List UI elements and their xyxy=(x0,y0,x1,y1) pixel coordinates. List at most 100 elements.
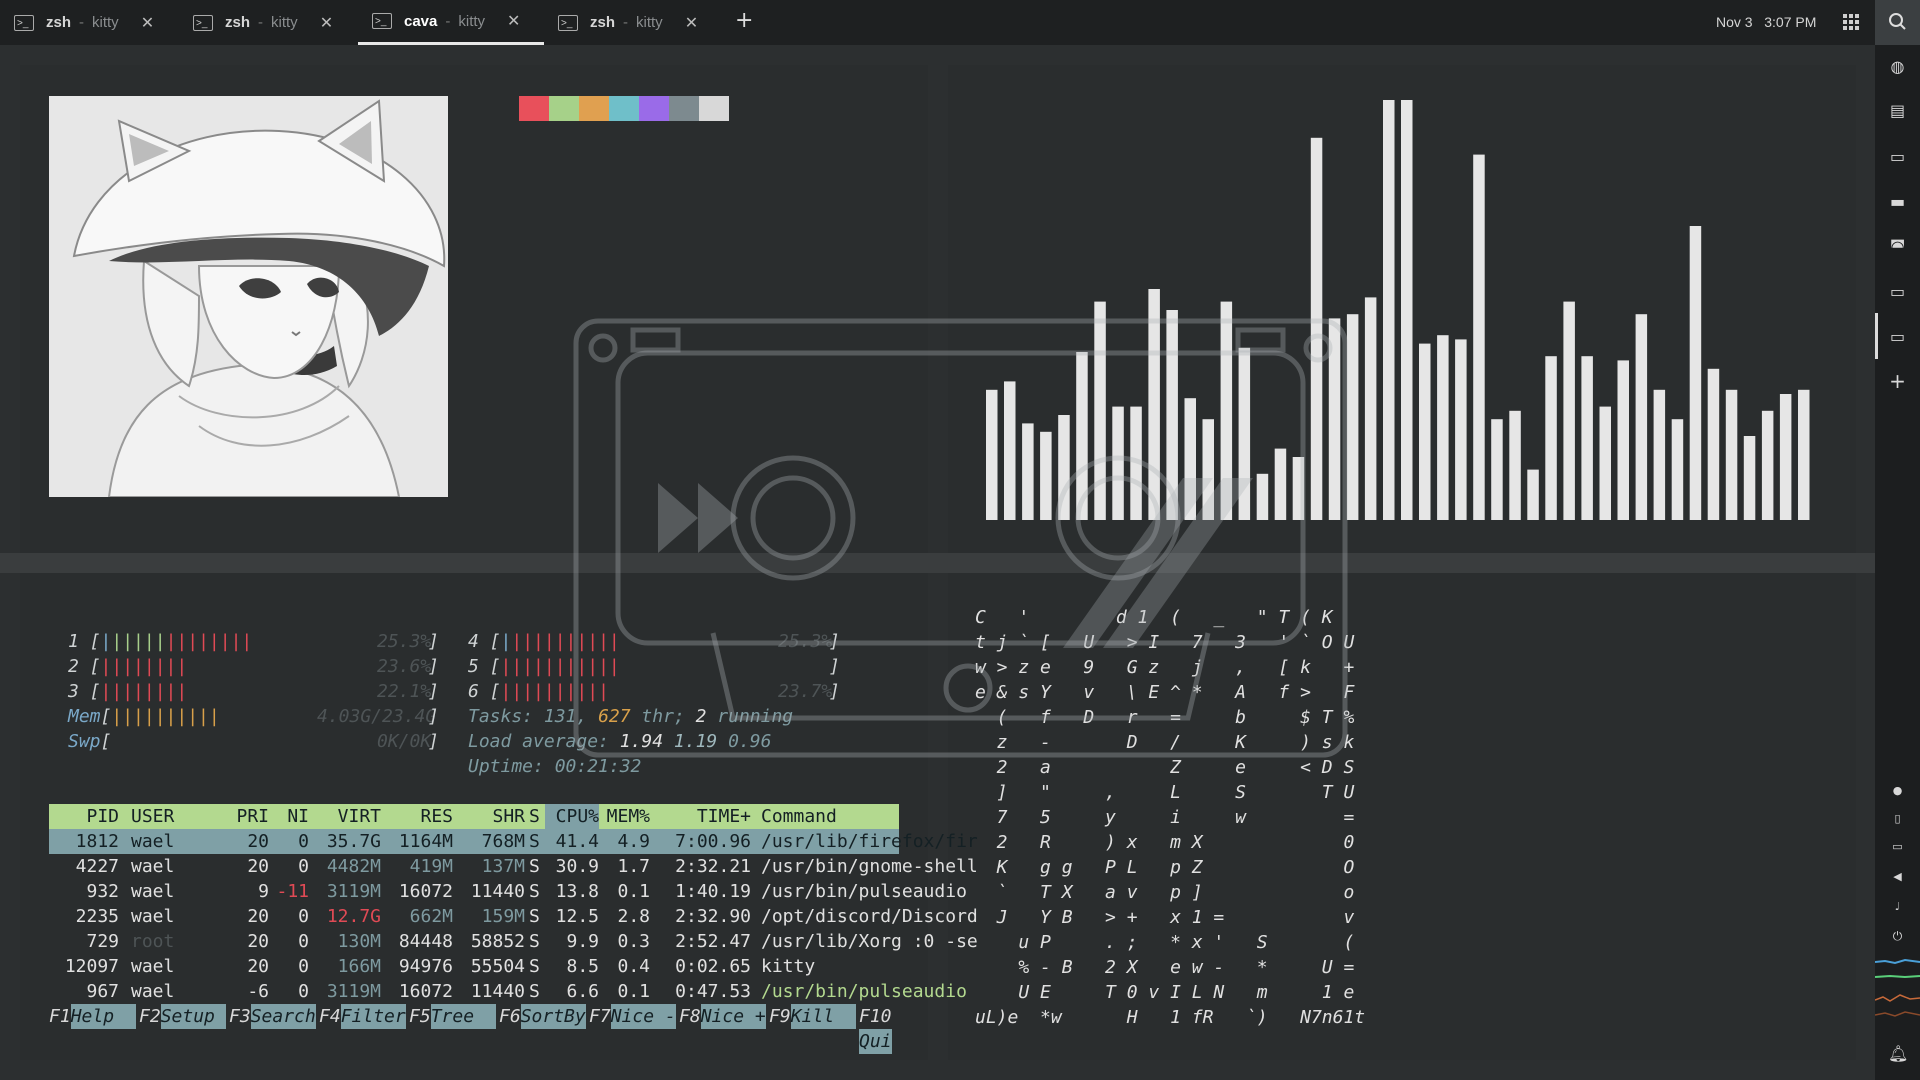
cell-user: wael xyxy=(131,856,175,877)
column-header-virt[interactable]: VIRT xyxy=(311,804,381,829)
column-header-pid[interactable]: PID xyxy=(49,804,119,829)
column-header-shr[interactable]: SHR xyxy=(455,804,525,829)
cpu-pct-6: 23.7% xyxy=(778,681,833,702)
cell-pri: 20 xyxy=(247,856,269,877)
cell-cmd[interactable]: /usr/lib/Xorg :0 -se xyxy=(761,929,1001,954)
search-button[interactable] xyxy=(1875,0,1920,45)
cell-mem: 0.1 xyxy=(617,981,650,1002)
cava-bar xyxy=(1094,301,1106,520)
column-header-pri[interactable]: PRI xyxy=(209,804,269,829)
matrix-line: ( f D r = b $ T % xyxy=(975,707,1355,728)
cava-bar xyxy=(1779,394,1792,520)
column-header-cmd[interactable]: Command xyxy=(761,804,1001,829)
globe-icon[interactable]: ◍ xyxy=(1888,58,1907,75)
column-header-ni[interactable]: NI xyxy=(271,804,309,829)
fkey-number: F9 xyxy=(769,1006,791,1027)
column-header-cpu[interactable]: CPU% xyxy=(545,804,599,829)
cell-mem: 0.1 xyxy=(617,881,650,902)
cell-user: wael xyxy=(131,956,175,977)
cell-ni: 0 xyxy=(298,906,309,927)
chat-icon[interactable]: ▤ xyxy=(1888,102,1907,119)
fkey-f6[interactable]: F6SortBy xyxy=(499,1004,586,1029)
new-tab-button[interactable]: + xyxy=(735,8,753,33)
terminal-icon[interactable]: ▭ xyxy=(1888,148,1907,165)
close-icon[interactable]: ✕ xyxy=(141,13,154,33)
matrix-line: ] " , L S T U xyxy=(975,782,1355,803)
clock[interactable]: Nov 3 3:07 PM xyxy=(1716,14,1816,30)
cell-res: 419M xyxy=(409,856,453,877)
fkey-f3[interactable]: F3Search xyxy=(229,1004,316,1029)
cell-ni: 0 xyxy=(298,981,309,1002)
cell-cmd[interactable]: /usr/lib/firefox/fir xyxy=(761,829,1001,854)
cell-cmd[interactable]: /usr/bin/pulseaudio xyxy=(761,879,1001,904)
process-table-header[interactable]: PID USER PRI NI VIRT RES SHR S CPU% MEM% TIME+ Comm… xyxy=(49,804,899,829)
cava-bar xyxy=(1220,301,1233,520)
fkey-f10[interactable]: F10Qui xyxy=(859,1004,899,1054)
cava-bar xyxy=(1689,226,1702,520)
cell-shr: 159M xyxy=(481,906,525,927)
fkey-f8[interactable]: F8Nice + xyxy=(679,1004,766,1029)
display-icon[interactable]: ▭ xyxy=(1888,838,1907,855)
terminal-icon[interactable]: ▭ xyxy=(1888,283,1907,300)
cell-cmd[interactable]: /usr/bin/pulseaudio xyxy=(761,979,1001,1004)
app-grid-icon[interactable] xyxy=(1843,14,1859,30)
cell-shr: 11440 xyxy=(470,981,525,1002)
tab-zsh-3[interactable]: >_ zsh - kitty ✕ xyxy=(544,0,720,45)
cell-cmd[interactable]: /usr/bin/gnome-shell xyxy=(761,854,1001,879)
matrix-line: 2 a Z e < D S xyxy=(975,757,1355,778)
gamepad-icon[interactable]: ◚ xyxy=(1888,238,1907,255)
cell-cmd[interactable]: /opt/discord/Discord xyxy=(761,904,1001,929)
circle-icon[interactable]: ● xyxy=(1888,782,1907,799)
matrix-line: 2 R ) x m X 0 xyxy=(975,832,1355,853)
cell-cmd[interactable]: kitty xyxy=(761,954,1001,979)
bell-icon[interactable]: 🔔︎ xyxy=(1888,1045,1908,1062)
cell-cpu: 9.9 xyxy=(566,931,599,952)
column-header-mem[interactable]: MEM% xyxy=(604,804,650,829)
cpu-pct-3: 22.1% xyxy=(377,681,432,702)
close-icon[interactable]: ✕ xyxy=(507,11,520,31)
cell-s: S xyxy=(529,931,540,952)
fkey-f5[interactable]: F5Tree xyxy=(409,1004,496,1029)
cell-s: S xyxy=(529,831,540,852)
tab-zsh-2[interactable]: >_ zsh - kitty ✕ xyxy=(179,0,355,45)
volume-icon[interactable]: ◀ xyxy=(1888,868,1907,885)
matrix-line: t j ` [ U > I 7 3 ' ` O U xyxy=(975,632,1355,653)
fkey-f4[interactable]: F4Filter xyxy=(319,1004,406,1029)
palette-swatch xyxy=(669,96,699,121)
swap-meter: Swp[ xyxy=(68,731,112,752)
terminal-icon[interactable]: ▭ xyxy=(1888,328,1907,345)
tab-cava[interactable]: >_ cava - kitty ✕ xyxy=(358,0,544,45)
close-icon[interactable]: ✕ xyxy=(685,13,698,33)
cava-bar xyxy=(1256,473,1269,520)
power-icon[interactable]: ⏻ xyxy=(1888,928,1907,945)
files-icon[interactable]: ▬ xyxy=(1888,193,1907,210)
matrix-line: % - B 2 X e w - * U = xyxy=(975,957,1355,978)
terminal-icon: >_ xyxy=(14,14,34,31)
uptime: Uptime: 00:21:32 xyxy=(468,756,642,777)
column-header-s[interactable]: S xyxy=(529,804,543,829)
cava-bar xyxy=(1599,406,1611,520)
tab-label: zsh xyxy=(590,14,616,31)
column-header-user[interactable]: USER xyxy=(131,804,201,829)
palette-swatch xyxy=(549,96,579,121)
fkey-f2[interactable]: F2Setup xyxy=(139,1004,226,1029)
fkey-f9[interactable]: F9Kill xyxy=(769,1004,856,1029)
cava-bar xyxy=(1509,410,1521,520)
plus-icon[interactable]: + xyxy=(1888,371,1907,391)
cell-ni: 0 xyxy=(298,956,309,977)
function-key-bar: F1Help F2Setup F3Search F4Filter F5Tree F6… xyxy=(49,1004,899,1054)
clipboard-icon[interactable]: ▯ xyxy=(1888,810,1907,827)
cava-bar xyxy=(1292,457,1305,520)
fkey-f1[interactable]: F1Help xyxy=(49,1004,136,1029)
cell-pid: 967 xyxy=(86,981,119,1002)
column-header-time[interactable]: TIME+ xyxy=(661,804,751,829)
cava-visualizer xyxy=(986,100,1810,520)
tab-zsh-1[interactable]: >_ zsh - kitty ✕ xyxy=(0,0,176,45)
close-icon[interactable]: ✕ xyxy=(320,13,333,33)
fkey-f7[interactable]: F7Nice - xyxy=(589,1004,676,1029)
cava-bar xyxy=(1364,297,1377,520)
column-header-res[interactable]: RES xyxy=(383,804,453,829)
mic-icon[interactable]: ♩ xyxy=(1888,898,1907,915)
fkey-number: F10 xyxy=(859,1006,892,1027)
fkey-label: Setup xyxy=(160,1004,226,1029)
